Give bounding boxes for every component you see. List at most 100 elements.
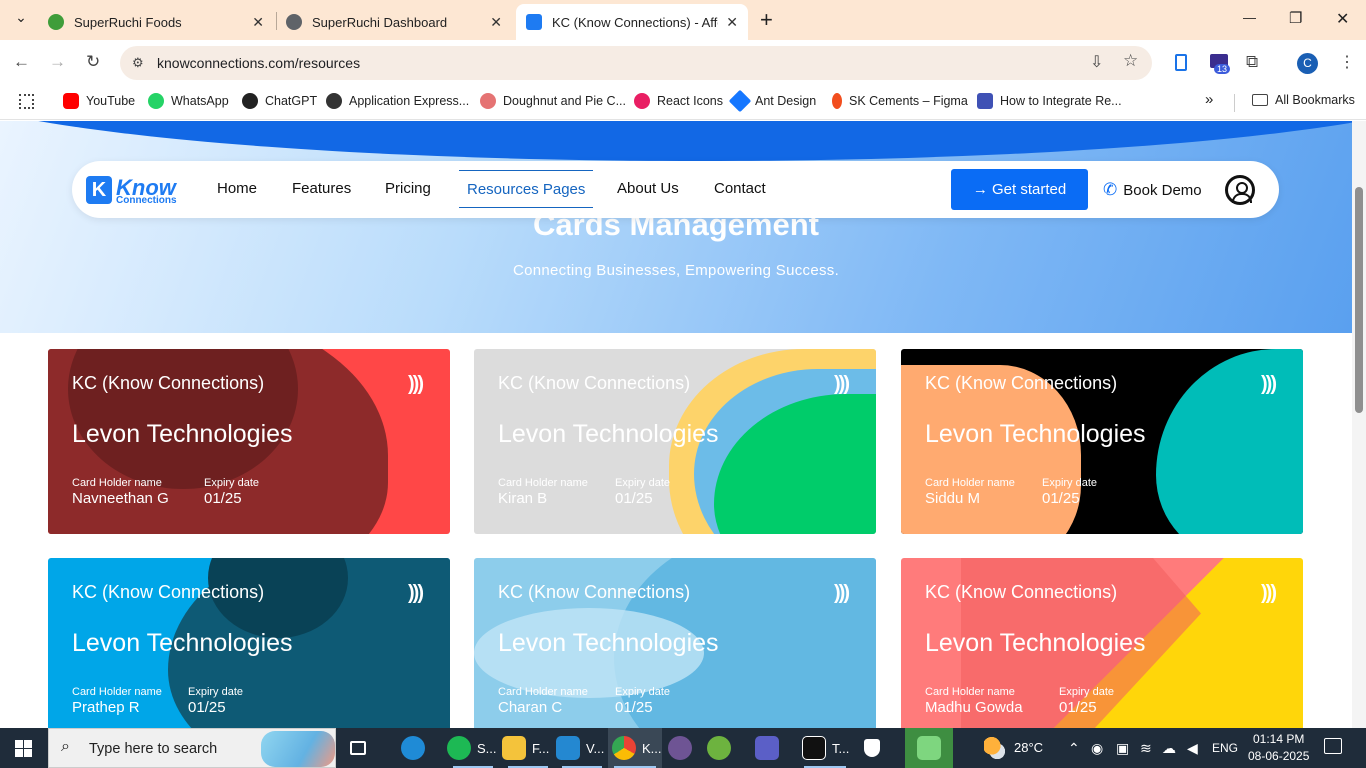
kc-logo-icon[interactable]: K <box>86 176 112 204</box>
taskbar-spotify[interactable]: S... <box>447 728 499 768</box>
get-started-button[interactable]: → Get started <box>951 169 1088 210</box>
user-account-icon[interactable] <box>1225 175 1255 205</box>
tray-overflow-icon[interactable]: ⌃ <box>1068 740 1080 757</box>
bookmarks-bar: YouTube WhatsApp ChatGPT Application Exp… <box>0 86 1366 120</box>
taskbar-github[interactable] <box>668 728 698 768</box>
nav-resources-pages[interactable]: Resources Pages <box>459 170 594 208</box>
nav-features[interactable]: Features <box>292 180 351 197</box>
tab-superruchi-foods[interactable]: SuperRuchi Foods ✕ <box>38 4 274 40</box>
hero-wave-decoration <box>0 121 1352 161</box>
nav-home[interactable]: Home <box>217 180 257 197</box>
card-expiry-value: 01/25 <box>615 699 653 716</box>
forward-arrow-icon[interactable]: → <box>49 52 66 72</box>
bookmark-star-icon[interactable]: ☆ <box>1123 51 1138 71</box>
nav-pricing[interactable]: Pricing <box>385 180 431 197</box>
close-icon[interactable]: ✕ <box>252 14 264 31</box>
close-icon[interactable]: ✕ <box>726 14 738 31</box>
back-arrow-icon[interactable]: ← <box>13 52 30 72</box>
bookmark-whatsapp[interactable]: WhatsApp <box>148 93 229 109</box>
new-tab-button[interactable]: + <box>760 7 773 33</box>
install-app-icon[interactable]: ⇩ <box>1090 52 1103 72</box>
bookmark-react-icons[interactable]: React Icons <box>634 93 723 109</box>
windows-start-icon[interactable] <box>15 740 32 757</box>
taskbar-vscode[interactable]: V... <box>556 728 608 768</box>
restore-button[interactable]: ❐ <box>1289 9 1302 27</box>
card-expiry-label: Expiry date <box>615 477 671 489</box>
taskbar-search-box[interactable]: ⌕ Type here to search <box>48 728 336 768</box>
bookmark-doughnut-pie[interactable]: Doughnut and Pie C... <box>480 93 626 109</box>
site-info-icon[interactable]: ⚙ <box>132 55 144 71</box>
language-indicator[interactable]: ENG <box>1212 741 1238 755</box>
spotify-icon <box>447 736 471 760</box>
card-brand: KC (Know Connections) <box>498 582 691 602</box>
card-expiry-label: Expiry date <box>1059 686 1115 698</box>
card-charan[interactable]: KC (Know Connections) ))) Levon Technolo… <box>474 558 876 728</box>
browser-toolbar: ← → ↻ ⚙ knowconnections.com/resources ⇩ … <box>0 40 1366 86</box>
card-siddu[interactable]: KC (Know Connections) ))) Levon Technolo… <box>901 349 1303 534</box>
page-scrollbar[interactable] <box>1352 121 1366 728</box>
bookmark-label: React Icons <box>657 94 724 108</box>
minimize-button[interactable]: — <box>1243 10 1256 25</box>
chatgpt-icon <box>242 93 258 109</box>
address-bar[interactable]: ⚙ knowconnections.com/resources ⇩ ☆ <box>120 46 1152 80</box>
wifi-icon[interactable]: ≋ <box>1140 740 1152 757</box>
bookmark-label: ChatGPT <box>265 94 318 108</box>
card-kiran[interactable]: KC (Know Connections) ))) Levon Technolo… <box>474 349 876 534</box>
taskbar-file-explorer[interactable]: F... <box>502 728 554 768</box>
tl-app-icon <box>802 736 826 760</box>
taskbar-security[interactable] <box>864 728 886 768</box>
taskbar-edge[interactable] <box>401 728 431 768</box>
close-icon[interactable]: ✕ <box>490 14 502 31</box>
profile-avatar[interactable]: C <box>1297 53 1318 74</box>
onedrive-icon[interactable]: ☁ <box>1162 740 1176 757</box>
nav-contact[interactable]: Contact <box>714 180 766 197</box>
card-navneethan[interactable]: KC (Know Connections) ))) Levon Technolo… <box>48 349 450 534</box>
weather-icon[interactable] <box>984 737 1006 759</box>
record-icon[interactable]: ◉ <box>1091 740 1103 757</box>
meet-now-icon[interactable]: ▣ <box>1116 740 1129 757</box>
card-holder-label: Card Holder name <box>72 686 162 698</box>
taskbar-spring[interactable] <box>707 728 737 768</box>
bookmarks-overflow-button[interactable]: » <box>1205 91 1213 108</box>
bookmark-ant-design[interactable]: Ant Design <box>728 89 816 113</box>
tab-know-connections[interactable]: KC (Know Connections) - Afford ✕ <box>516 4 748 40</box>
book-demo-button[interactable]: ✆ Book Demo <box>1103 180 1202 200</box>
bookmark-application-express[interactable]: Application Express... <box>326 93 469 109</box>
all-bookmarks-button[interactable]: All Bookmarks <box>1252 93 1355 107</box>
bookmark-figma[interactable]: SK Cements – Figma <box>832 93 968 109</box>
notifications-icon[interactable] <box>1324 738 1342 754</box>
task-view-button[interactable] <box>350 728 372 768</box>
card-brand: KC (Know Connections) <box>498 373 691 393</box>
taskbar-tl-app[interactable]: T... <box>798 728 852 768</box>
scrollbar-thumb[interactable] <box>1355 187 1363 413</box>
bookmark-chatgpt[interactable]: ChatGPT <box>242 93 317 109</box>
taskbar-sync[interactable] <box>905 728 953 768</box>
kc-favicon-icon <box>526 14 542 30</box>
url-text[interactable]: knowconnections.com/resources <box>157 55 360 71</box>
window-close-button[interactable]: ✕ <box>1336 9 1349 29</box>
tab-search-button[interactable]: ⌄ <box>12 9 30 27</box>
taskbar-teams[interactable] <box>755 728 785 768</box>
nav-about-us[interactable]: About Us <box>617 180 679 197</box>
weather-temp[interactable]: 28°C <box>1014 740 1043 755</box>
card-madhu[interactable]: KC (Know Connections) ))) Levon Technolo… <box>901 558 1303 728</box>
contactless-icon: ))) <box>1261 373 1277 395</box>
bookmark-label: Doughnut and Pie C... <box>503 94 626 108</box>
bookmark-how-to-integrate[interactable]: How to Integrate Re... <box>977 93 1122 109</box>
card-prathep[interactable]: KC (Know Connections) ))) Levon Technolo… <box>48 558 450 728</box>
sync-icon <box>917 736 941 760</box>
card-expiry-value: 01/25 <box>188 699 226 716</box>
volume-icon[interactable]: ◀ <box>1187 740 1198 757</box>
apps-grid-icon[interactable] <box>19 94 34 109</box>
tab-superruchi-dashboard[interactable]: SuperRuchi Dashboard ✕ <box>276 4 512 40</box>
taskbar-chrome[interactable]: K... <box>608 728 662 768</box>
reload-icon[interactable]: ↻ <box>86 52 100 72</box>
clock-date[interactable]: 08-06-2025 <box>1248 749 1309 763</box>
clock-time[interactable]: 01:14 PM <box>1253 732 1304 746</box>
bookmark-youtube[interactable]: YouTube <box>63 93 135 109</box>
extension-1-icon[interactable] <box>1175 54 1187 71</box>
teams-icon <box>755 736 779 760</box>
taskbar-app-label: K... <box>642 740 662 756</box>
puzzle-icon[interactable]: ⧉ <box>1246 52 1258 72</box>
more-menu-icon[interactable]: ⋮ <box>1339 52 1355 72</box>
